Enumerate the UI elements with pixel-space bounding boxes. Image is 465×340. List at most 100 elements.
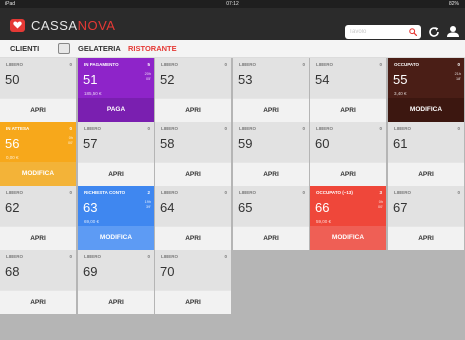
table-action-button[interactable]: APRI (78, 162, 154, 186)
table-tile[interactable]: LIBERO 0 57 APRI (78, 122, 154, 186)
table-action-button[interactable]: APRI (0, 226, 76, 250)
table-header[interactable]: LIBERO 0 60 (310, 122, 386, 162)
table-tile[interactable]: LIBERO 0 50 APRI (0, 58, 76, 122)
table-tile[interactable]: LIBERO 0 54 APRI (310, 58, 386, 122)
table-status: LIBERO (316, 62, 334, 67)
table-header[interactable]: OCCUPATO (~13) 3 66 0h 00' 59,00 € (310, 186, 386, 226)
table-covers-count: 0 (69, 254, 72, 259)
table-status: LIBERO (239, 190, 257, 195)
tab-gelateria[interactable]: GELATERIA (78, 40, 121, 58)
table-tile[interactable]: LIBERO 0 62 APRI (0, 186, 76, 250)
customer-card-icon[interactable] (58, 43, 70, 54)
table-status: LIBERO (161, 62, 179, 67)
tab-clienti[interactable]: CLIENTI (10, 40, 39, 58)
table-number: 50 (5, 72, 20, 87)
table-action-button[interactable]: APRI (155, 162, 231, 186)
table-header[interactable]: LIBERO 0 57 (78, 122, 154, 162)
battery-level: 82% (448, 1, 459, 7)
table-tile[interactable]: LIBERO 0 68 APRI (0, 250, 76, 314)
table-header[interactable]: LIBERO 0 65 (233, 186, 309, 226)
table-elapsed-time: 19h 39' (144, 200, 151, 209)
refresh-icon[interactable] (428, 26, 440, 38)
table-header[interactable]: LIBERO 0 50 (0, 58, 76, 98)
top-bar: CASSANOVA (0, 8, 465, 40)
table-action-button[interactable]: APRI (155, 290, 231, 314)
table-action-button[interactable]: APRI (233, 226, 309, 250)
table-tile[interactable]: IN ATTESA 0 56 0h 00' 0,00 € MODIFICA (0, 122, 76, 186)
table-action-button[interactable]: APRI (0, 290, 76, 314)
table-tile[interactable]: OCCUPATO (~13) 3 66 0h 00' 59,00 € MODIFICA (310, 186, 386, 250)
table-action-button[interactable]: APRI (233, 162, 309, 186)
table-action-button[interactable]: APRI (388, 226, 464, 250)
table-action-button[interactable]: PAGA (78, 98, 154, 122)
table-tile[interactable]: LIBERO 0 61 APRI (388, 122, 464, 186)
table-action-button[interactable]: MODIFICA (78, 226, 154, 250)
table-number: 57 (83, 136, 98, 151)
table-header[interactable]: LIBERO 0 54 (310, 58, 386, 98)
search-input[interactable] (349, 25, 405, 39)
table-tile[interactable]: RICHIESTA CONTO 2 63 19h 39' 69,00 € MODIFICA (78, 186, 154, 250)
table-status: LIBERO (161, 126, 179, 131)
table-tile[interactable]: LIBERO 0 65 APRI (233, 186, 309, 250)
table-action-button[interactable]: APRI (310, 162, 386, 186)
table-tile[interactable]: LIBERO 0 60 APRI (310, 122, 386, 186)
table-number: 63 (83, 200, 98, 215)
table-tile[interactable]: LIBERO 0 70 APRI (155, 250, 231, 314)
table-header[interactable]: LIBERO 0 61 (388, 122, 464, 162)
table-covers-count: 0 (379, 126, 382, 131)
table-status: LIBERO (239, 62, 257, 67)
table-number: 53 (238, 72, 253, 87)
table-number: 52 (160, 72, 175, 87)
table-number: 68 (5, 264, 20, 279)
table-action-button[interactable]: APRI (233, 98, 309, 122)
table-number: 65 (238, 200, 253, 215)
table-tile[interactable]: LIBERO 0 64 APRI (155, 186, 231, 250)
table-header[interactable]: OCCUPATO 0 55 21h 18' 3,40 € (388, 58, 464, 98)
table-header[interactable]: RICHIESTA CONTO 2 63 19h 39' 69,00 € (78, 186, 154, 226)
table-action-button[interactable]: APRI (388, 162, 464, 186)
table-tile[interactable]: IN PAGAMENTO 5 51 20h 05' 185,50 € PAGA (78, 58, 154, 122)
table-header[interactable]: LIBERO 0 53 (233, 58, 309, 98)
table-status: LIBERO (239, 126, 257, 131)
search-box[interactable] (345, 25, 421, 39)
search-icon[interactable] (409, 28, 417, 36)
table-tile[interactable]: OCCUPATO 0 55 21h 18' 3,40 € MODIFICA (388, 58, 464, 122)
table-action-button[interactable]: APRI (310, 98, 386, 122)
table-header[interactable]: IN ATTESA 0 56 0h 00' 0,00 € (0, 122, 76, 162)
table-tile[interactable]: LIBERO 0 52 APRI (155, 58, 231, 122)
table-header[interactable]: LIBERO 0 59 (233, 122, 309, 162)
table-tile[interactable]: LIBERO 0 69 APRI (78, 250, 154, 314)
table-action-button[interactable]: APRI (155, 98, 231, 122)
table-header[interactable]: LIBERO 0 68 (0, 250, 76, 290)
tab-ristorante[interactable]: RISTORANTE (128, 40, 177, 58)
table-action-button[interactable]: MODIFICA (388, 98, 464, 122)
table-covers-count: 0 (147, 126, 150, 131)
table-status: LIBERO (394, 126, 412, 131)
table-status: LIBERO (394, 190, 412, 195)
table-header[interactable]: LIBERO 0 58 (155, 122, 231, 162)
table-number: 59 (238, 136, 253, 151)
users-icon[interactable] (446, 25, 460, 38)
table-header[interactable]: LIBERO 0 69 (78, 250, 154, 290)
table-number: 69 (83, 264, 98, 279)
table-tile[interactable]: LIBERO 0 58 APRI (155, 122, 231, 186)
table-action-button[interactable]: APRI (155, 226, 231, 250)
table-tile[interactable]: LIBERO 0 67 APRI (388, 186, 464, 250)
table-header[interactable]: LIBERO 0 52 (155, 58, 231, 98)
table-header[interactable]: LIBERO 0 64 (155, 186, 231, 226)
table-header[interactable]: LIBERO 0 70 (155, 250, 231, 290)
table-action-button[interactable]: MODIFICA (0, 162, 76, 186)
table-action-button[interactable]: MODIFICA (310, 226, 386, 250)
table-header[interactable]: IN PAGAMENTO 5 51 20h 05' 185,50 € (78, 58, 154, 98)
table-action-button[interactable]: APRI (0, 98, 76, 122)
table-header[interactable]: LIBERO 0 67 (388, 186, 464, 226)
table-status: LIBERO (316, 126, 334, 131)
status-bar: iPad 07:12 82% (0, 0, 465, 8)
table-action-button[interactable]: APRI (78, 290, 154, 314)
brand-name: CASSANOVA (31, 18, 115, 33)
table-elapsed-time: 0h 00' (378, 200, 383, 209)
table-header[interactable]: LIBERO 0 62 (0, 186, 76, 226)
table-status: RICHIESTA CONTO (84, 190, 126, 195)
table-tile[interactable]: LIBERO 0 53 APRI (233, 58, 309, 122)
table-tile[interactable]: LIBERO 0 59 APRI (233, 122, 309, 186)
